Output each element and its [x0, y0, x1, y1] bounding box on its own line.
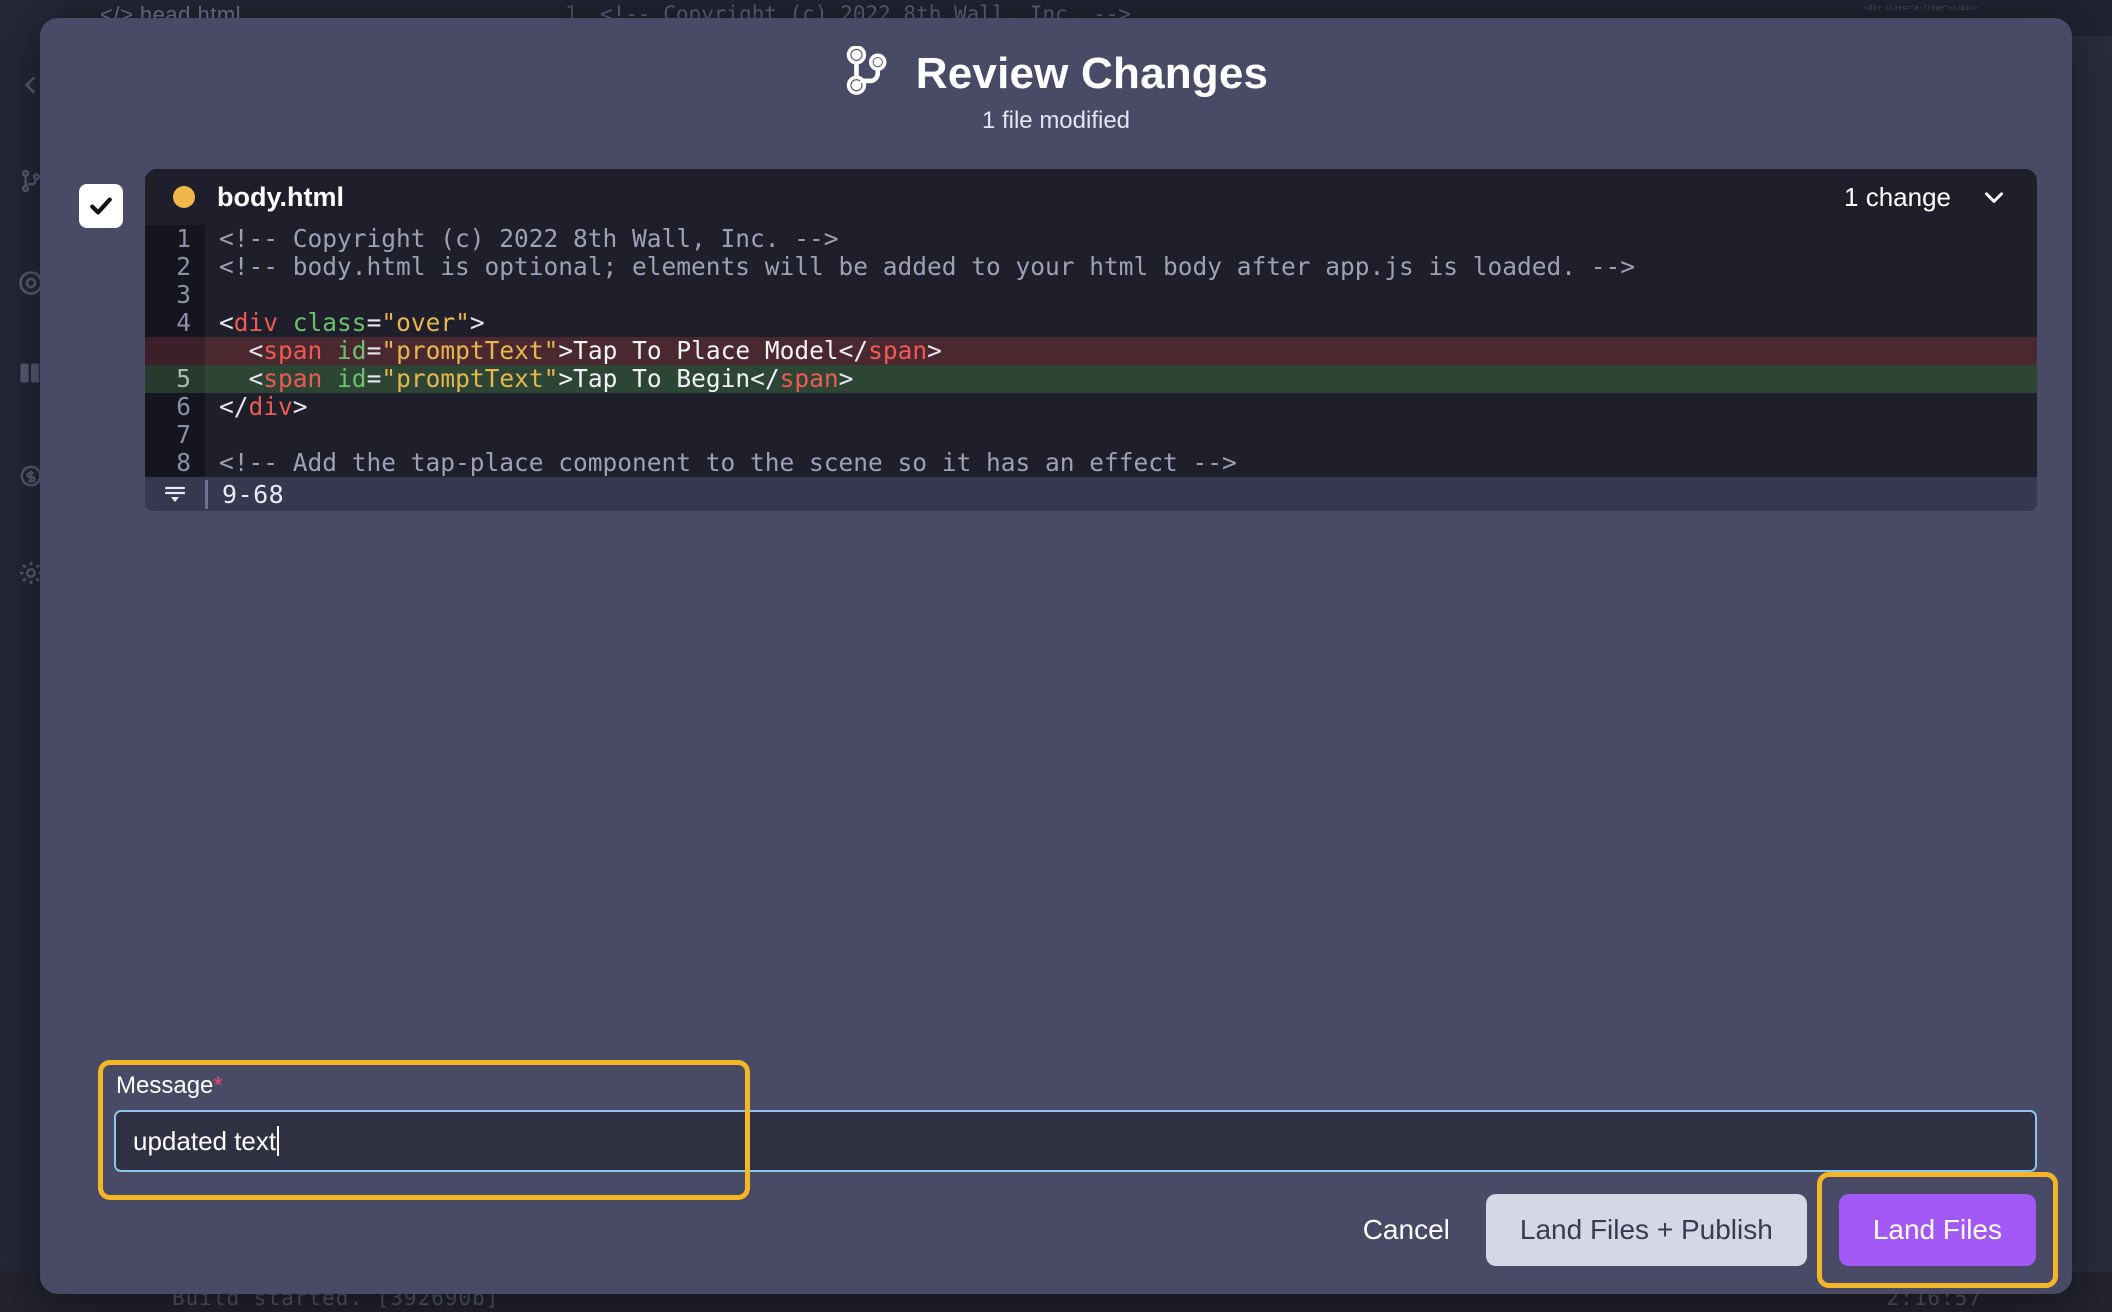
code-token: id [337, 336, 367, 365]
file-diff-header[interactable]: body.html 1 change [145, 169, 2037, 225]
fold-range-label: 9-68 [205, 479, 284, 509]
code-token: > [469, 308, 485, 337]
line-content: <div class="over"> [205, 309, 2037, 337]
code-token: "over" [381, 308, 470, 337]
line-number: 6 [145, 393, 205, 421]
line-number: 4 [145, 309, 205, 337]
commit-message-label-text: Message [116, 1072, 214, 1099]
code-token: = [366, 336, 382, 365]
diff-code-body: 1 <!-- Copyright (c) 2022 8th Wall, Inc. … [145, 225, 2037, 477]
code-token: "promptText" [381, 364, 559, 393]
code-token: <!-- Add the tap-place component to the … [219, 448, 1237, 477]
code-token: span [779, 364, 839, 393]
diff-line-context: 7 [145, 421, 2037, 449]
code-token: > [292, 392, 308, 421]
code-token: < [219, 308, 234, 337]
commit-message-label: Message* [116, 1072, 2037, 1100]
code-token: </ [219, 392, 249, 421]
diff-line-context: 8 <!-- Add the tap-place component to the… [145, 449, 2037, 477]
code-token: span [263, 336, 323, 365]
code-token: >Tap To Place Model</ [558, 336, 869, 365]
code-token: = [366, 308, 382, 337]
diff-line-context: 2 <!-- body.html is optional; elements wi… [145, 253, 2037, 281]
code-token: div [248, 392, 293, 421]
code-token: <!-- Copyright (c) 2022 8th Wall, Inc. -… [219, 224, 839, 253]
land-files-publish-button[interactable]: Land Files + Publish [1485, 1194, 1807, 1266]
line-number [145, 337, 205, 365]
modal-footer: Cancel Land Files + Publish Land Files [1335, 1172, 2058, 1288]
diff-line-context: 1 <!-- Copyright (c) 2022 8th Wall, Inc. … [145, 225, 2037, 253]
modal-header: Review Changes 1 file modified [40, 18, 2072, 135]
diff-line-context: 3 [145, 281, 2037, 309]
commit-message-value: updated text [133, 1125, 277, 1156]
modal-title-row: Review Changes [40, 45, 2072, 101]
background-side-note: <div class="a-frame"></div> [1864, 4, 1978, 12]
diff-line-add: 5 <span id="promptText">Tap To Begin</sp… [145, 365, 2037, 393]
land-files-button[interactable]: Land Files [1838, 1194, 2036, 1266]
land-files-button-wrapper: Land Files [1816, 1172, 2058, 1288]
line-content [205, 281, 2037, 309]
line-number: 5 [145, 365, 205, 393]
code-token: span [263, 364, 323, 393]
chevron-down-icon[interactable] [1979, 182, 2009, 212]
code-token: "promptText" [381, 336, 559, 365]
diff-line-context: 6 </div> [145, 393, 2037, 421]
code-token: span [868, 336, 928, 365]
text-caret [277, 1126, 280, 1156]
code-token: < [219, 336, 264, 365]
git-branch-icon [844, 45, 890, 101]
file-list: body.html 1 change 1 <!-- Copyright (c) 2… [40, 169, 2072, 511]
line-number: 8 [145, 449, 205, 477]
cancel-button[interactable]: Cancel [1335, 1214, 1478, 1246]
file-name-label: body.html [217, 181, 344, 212]
code-token: < [219, 364, 264, 393]
checkmark-icon [90, 197, 112, 215]
change-count-label: 1 change [1844, 181, 1951, 212]
code-token: class [292, 308, 367, 337]
fold-lines-icon [145, 483, 205, 505]
code-token: > [838, 364, 854, 393]
page-title: Review Changes [915, 48, 1269, 98]
line-content: <!-- Add the tap-place component to the … [205, 449, 2037, 477]
code-token: >Tap To Begin</ [558, 364, 780, 393]
code-token: <!-- body.html is optional; elements wil… [219, 252, 1636, 281]
line-content: <!-- Copyright (c) 2022 8th Wall, Inc. -… [205, 225, 2037, 253]
line-number: 1 [145, 225, 205, 253]
line-content [205, 421, 2037, 449]
file-status-dot [173, 186, 195, 208]
modal-subtitle: 1 file modified [981, 107, 1131, 134]
file-diff-card: body.html 1 change 1 <!-- Copyright (c) 2… [145, 169, 2037, 511]
file-select-checkbox[interactable] [79, 184, 123, 228]
commit-message-group: Message* updated text [78, 1060, 2037, 1200]
line-number: 2 [145, 253, 205, 281]
code-token: id [337, 364, 367, 393]
line-number: 7 [145, 421, 205, 449]
line-content: <span id="promptText">Tap To Place Model… [205, 337, 2037, 365]
line-number: 3 [145, 281, 205, 309]
diff-line-context: 4 <div class="over"> [145, 309, 2037, 337]
required-marker: * [213, 1072, 223, 1099]
code-token: > [927, 336, 942, 365]
diff-fold-row[interactable]: 9-68 [145, 477, 2037, 511]
code-token: div [233, 308, 279, 337]
line-content: <span id="promptText">Tap To Begin</span… [205, 365, 2037, 393]
line-content: </div> [205, 393, 2037, 421]
diff-line-del: <span id="promptText">Tap To Place Model… [145, 337, 2037, 365]
commit-message-input[interactable]: updated text [114, 1110, 2037, 1172]
code-token: = [366, 364, 382, 393]
line-content: <!-- body.html is optional; elements wil… [205, 253, 2037, 281]
review-changes-modal: Review Changes 1 file modified body.html… [40, 18, 2072, 1294]
